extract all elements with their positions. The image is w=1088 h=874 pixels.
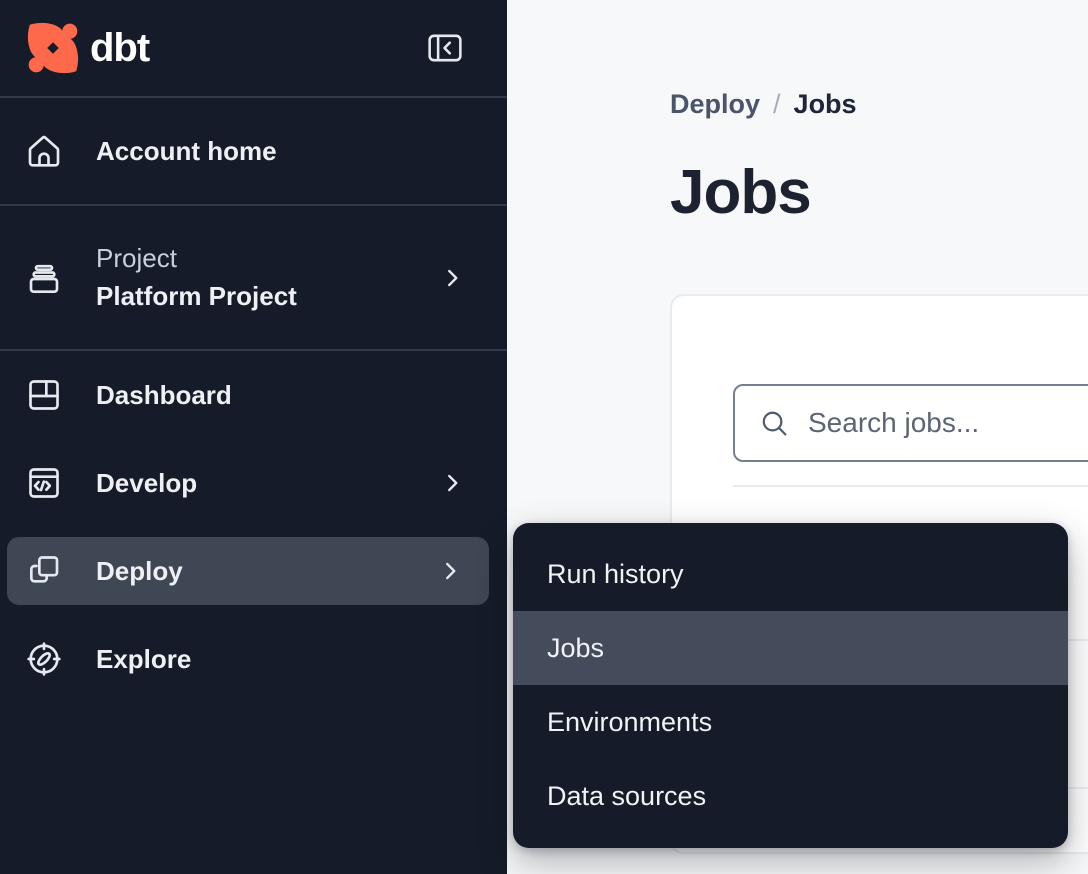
sidebar-collapse-button[interactable] <box>427 32 463 64</box>
flyout-item-run-history[interactable]: Run history <box>513 537 1068 611</box>
sidebar-item-label: Account home <box>96 136 277 167</box>
flyout-item-label: Environments <box>547 707 712 738</box>
flyout-item-label: Jobs <box>547 633 604 664</box>
breadcrumb: Deploy / Jobs <box>670 88 1088 120</box>
chevron-right-icon <box>440 470 466 496</box>
sidebar-item-dashboard[interactable]: Dashboard <box>0 351 507 439</box>
breadcrumb-deploy[interactable]: Deploy <box>670 88 760 120</box>
sidebar-item-label: Dashboard <box>96 380 232 411</box>
sidebar-item-develop[interactable]: Develop <box>0 439 507 527</box>
project-archive-icon <box>24 258 64 298</box>
chevron-right-icon <box>438 558 464 584</box>
deploy-overlapping-squares-icon <box>24 551 64 591</box>
project-name: Platform Project <box>96 278 297 316</box>
develop-code-window-icon <box>24 463 64 503</box>
chevron-right-icon <box>440 265 466 291</box>
sidebar-item-label: Explore <box>96 644 191 675</box>
page-title: Jobs <box>670 162 1088 224</box>
sidebar-item-label: Deploy <box>96 556 183 587</box>
sidebar-header: dbt <box>0 0 507 96</box>
sidebar: dbt Account home <box>0 0 507 874</box>
home-icon <box>24 131 64 171</box>
dashboard-icon <box>24 375 64 415</box>
project-kicker: Project <box>96 240 297 278</box>
sidebar-item-deploy[interactable]: Deploy <box>7 537 489 605</box>
search-input[interactable] <box>808 407 1088 439</box>
breadcrumb-jobs: Jobs <box>794 88 857 120</box>
breadcrumb-separator: / <box>773 88 781 120</box>
logo-text: dbt <box>90 28 149 68</box>
sidebar-item-deploy-row: Deploy <box>0 527 507 615</box>
dbt-logo-icon <box>24 19 82 77</box>
deploy-submenu: Run history Jobs Environments Data sourc… <box>513 523 1068 848</box>
flyout-item-jobs[interactable]: Jobs <box>513 611 1068 685</box>
sidebar-item-account-home[interactable]: Account home <box>0 98 507 204</box>
sidebar-collapse-icon <box>427 32 463 64</box>
explore-compass-icon <box>24 639 64 679</box>
search-icon <box>759 408 790 439</box>
search-input-wrapper <box>733 384 1088 462</box>
flyout-item-label: Data sources <box>547 781 706 812</box>
flyout-item-environments[interactable]: Environments <box>513 685 1068 759</box>
dbt-logo[interactable]: dbt <box>24 19 149 77</box>
project-selector-text: Project Platform Project <box>96 240 297 315</box>
sidebar-item-explore[interactable]: Explore <box>0 615 507 703</box>
card-divider <box>733 485 1088 487</box>
flyout-item-label: Run history <box>547 559 684 590</box>
flyout-item-data-sources[interactable]: Data sources <box>513 759 1068 833</box>
sidebar-item-project[interactable]: Project Platform Project <box>0 206 507 349</box>
sidebar-item-label: Develop <box>96 468 197 499</box>
